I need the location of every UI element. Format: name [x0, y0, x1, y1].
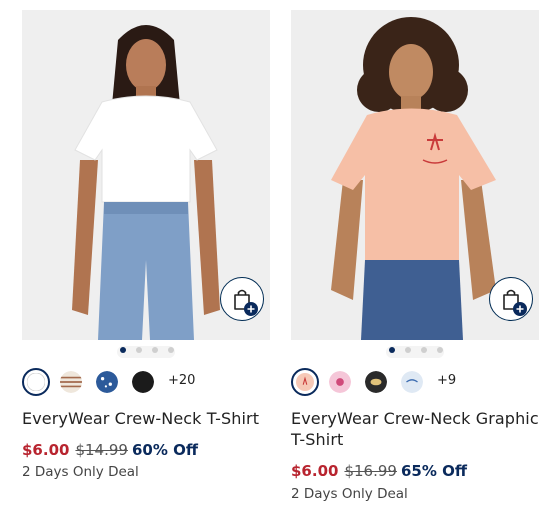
shopping-bag-plus-icon	[234, 289, 258, 316]
carousel-dot[interactable]	[152, 347, 158, 353]
swatch-blue-print[interactable]	[96, 371, 118, 393]
add-to-bag-button[interactable]	[489, 277, 533, 321]
shopping-bag-plus-icon	[503, 289, 527, 316]
sale-price: $6.00	[291, 462, 339, 480]
carousel-dot[interactable]	[405, 347, 411, 353]
color-swatches: +20	[22, 368, 270, 398]
discount-label: 65% Off	[400, 462, 467, 480]
product-title[interactable]: EveryWear Crew-Neck Graphic T-Shirt	[291, 408, 539, 450]
swatch-light-blue-graphic[interactable]	[401, 371, 423, 393]
swatch-pink-graphic[interactable]	[329, 371, 351, 393]
swatch-white[interactable]	[22, 368, 50, 396]
price-row: $6.00 $14.99 60% Off	[22, 441, 198, 459]
add-to-bag-button[interactable]	[220, 277, 264, 321]
swatch-black[interactable]	[132, 371, 154, 393]
more-swatches-count[interactable]: +9	[437, 373, 456, 388]
carousel-dot[interactable]	[437, 347, 443, 353]
sale-price: $6.00	[22, 441, 70, 459]
more-swatches-count[interactable]: +20	[168, 373, 195, 388]
original-price: $14.99	[75, 441, 128, 459]
color-swatches: +9	[291, 368, 539, 398]
carousel-dot[interactable]	[136, 347, 142, 353]
original-price: $16.99	[344, 462, 397, 480]
product-title[interactable]: EveryWear Crew-Neck T-Shirt	[22, 408, 270, 429]
discount-label: 60% Off	[131, 441, 198, 459]
carousel-dot-active[interactable]	[389, 347, 395, 353]
price-row: $6.00 $16.99 65% Off	[291, 462, 467, 480]
carousel-dot[interactable]	[421, 347, 427, 353]
swatch-striped[interactable]	[60, 371, 82, 393]
carousel-dot[interactable]	[168, 347, 174, 353]
deal-text: 2 Days Only Deal	[291, 486, 408, 502]
swatch-peach-graphic[interactable]	[291, 368, 319, 396]
image-carousel-indicator	[291, 344, 539, 358]
swatch-black-graphic[interactable]	[365, 371, 387, 393]
carousel-dot-active[interactable]	[120, 347, 126, 353]
deal-text: 2 Days Only Deal	[22, 464, 139, 480]
image-carousel-indicator	[22, 344, 270, 358]
